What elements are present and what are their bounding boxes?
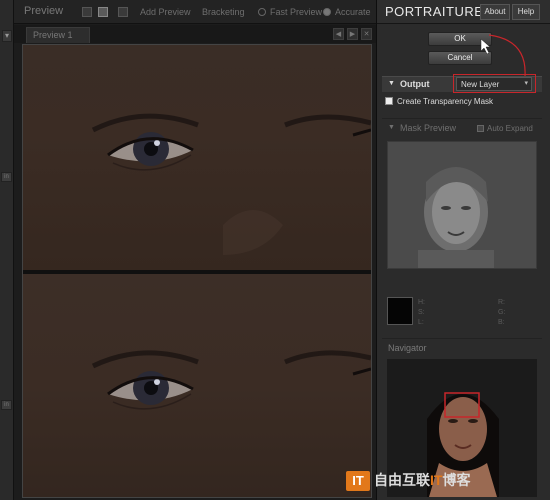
split-view-icon[interactable] (98, 7, 108, 17)
transparency-mask-option[interactable]: Create Transparency Mask (385, 97, 493, 106)
collapse-triangle-icon[interactable]: ▼ (388, 80, 395, 87)
portraiture-panel: PORTRAITURE 2 About Help OK Cancel ▼ Out… (376, 0, 550, 500)
add-preview-button[interactable]: Add Preview (140, 7, 191, 17)
l-label: L: (418, 319, 424, 326)
bracketing-button[interactable]: Bracketing (202, 7, 245, 17)
fast-preview-label: Fast Preview (270, 7, 323, 17)
main-preview-area: Preview Add Preview Bracketing Fast Prev… (14, 0, 376, 500)
r-label: R: (498, 299, 505, 306)
watermark-text-cn: 自由互联 (374, 472, 430, 488)
navigator-label: Navigator (388, 343, 427, 353)
output-section-label: Output (400, 79, 430, 89)
transparency-mask-label: Create Transparency Mask (397, 97, 494, 106)
mask-preview-label: Mask Preview (400, 123, 457, 133)
preview-title: Preview (24, 5, 64, 17)
mask-preview-image[interactable] (387, 141, 537, 269)
fast-preview-radio[interactable] (258, 8, 266, 16)
chevron-down-icon[interactable]: ▾ (2, 30, 12, 42)
watermark-text-it: IT (430, 472, 443, 488)
preview-toolbar: Preview Add Preview Bracketing Fast Prev… (14, 0, 376, 24)
s-label: S: (418, 309, 425, 316)
tab-label: Preview 1 (33, 30, 73, 40)
auto-expand-checkbox[interactable] (477, 125, 484, 132)
preview-frame[interactable] (22, 44, 372, 498)
accurate-label: Accurate (335, 7, 371, 17)
watermark-badge: IT (346, 471, 370, 491)
auto-expand-option[interactable]: Auto Expand (477, 124, 533, 133)
annotation-highlight-box (453, 74, 536, 93)
result-preview-pane[interactable] (23, 274, 371, 497)
tab-close-icon[interactable]: ✕ (361, 28, 372, 40)
auto-expand-label: Auto Expand (487, 124, 533, 133)
side-by-side-view-icon[interactable] (118, 7, 128, 17)
original-preview-pane[interactable] (23, 45, 371, 270)
mask-preview-section: ▼ Mask Preview Auto Expand H: S: L: R: G… (382, 118, 542, 330)
left-side-strip: ▾ in in (0, 0, 14, 500)
tab-prev-icon[interactable]: ◀ (333, 28, 344, 40)
tab-next-icon[interactable]: ▶ (347, 28, 358, 40)
mask-portrait-image (388, 142, 536, 268)
transparency-mask-checkbox[interactable] (385, 97, 393, 105)
side-marker-icon: in (1, 172, 12, 182)
side-marker-icon: in (1, 400, 12, 410)
tab-preview-1[interactable]: Preview 1 (26, 27, 90, 43)
watermark-text-blog: 博客 (442, 472, 471, 488)
eyes-photo-original (91, 113, 371, 255)
collapse-triangle-icon[interactable]: ▼ (388, 124, 395, 131)
g-label: G: (498, 309, 506, 316)
eyes-photo-result (91, 350, 371, 410)
single-view-icon[interactable] (82, 7, 92, 17)
b-label: B: (498, 319, 505, 326)
preview-tab-bar: Preview 1 ◀ ▶ ✕ (14, 25, 376, 43)
site-watermark: IT 自由互联IT博客 (346, 470, 470, 491)
h-label: H: (418, 299, 425, 306)
accurate-radio[interactable] (323, 8, 331, 16)
color-swatch[interactable] (387, 297, 413, 325)
